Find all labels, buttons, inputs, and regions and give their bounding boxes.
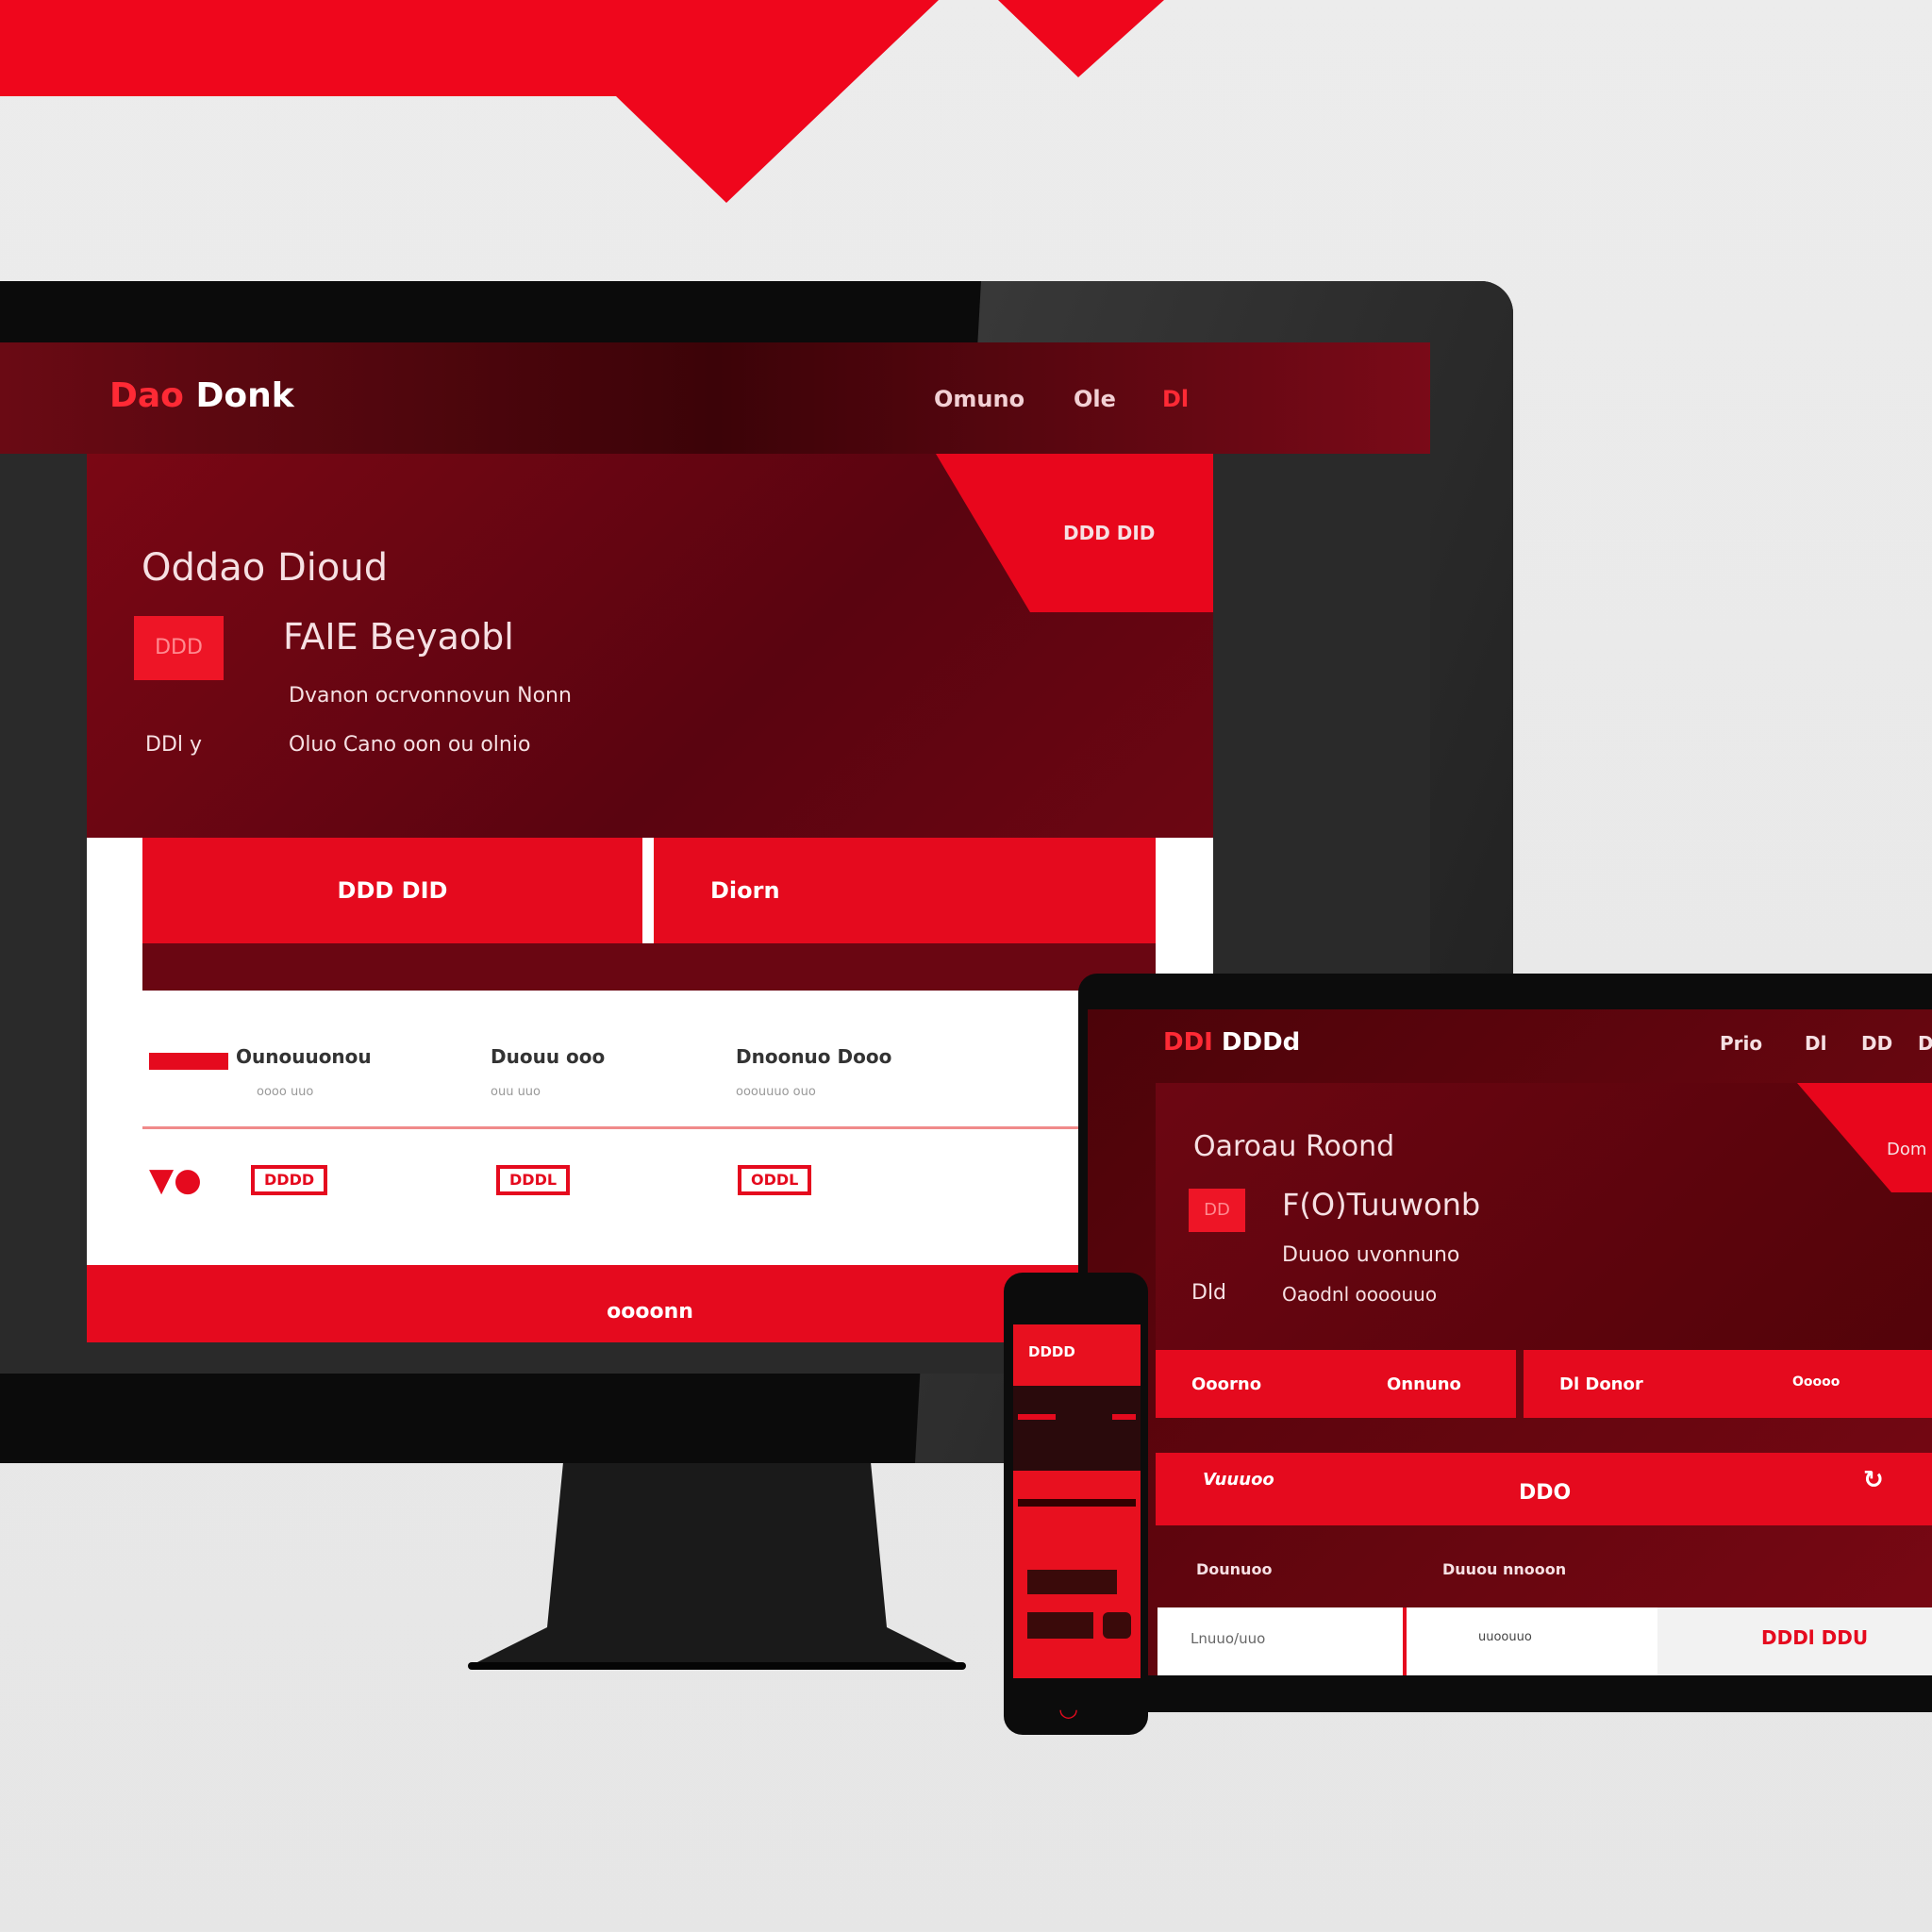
hero-title: Oddao Dioud (142, 546, 389, 590)
hero-corner-badge[interactable]: DDD DID (936, 454, 1213, 612)
badge-3[interactable]: ODDL (738, 1165, 812, 1195)
feature-title-2: Duouu ooo (491, 1045, 606, 1068)
divider (142, 1126, 1156, 1129)
tablet-cell-2[interactable]: uuoouuo (1478, 1630, 1532, 1644)
hero-subtitle: FAIE Beyaobl (283, 616, 514, 658)
tablet-hero-subtitle: F(O)Tuuwonb (1282, 1187, 1481, 1223)
tablet-bar-center: DDO (1519, 1481, 1572, 1505)
secondary-button[interactable]: Diorn (654, 838, 1156, 943)
home-button-icon[interactable]: ◡ (1058, 1695, 1078, 1722)
tablet-hero-line-1: Duuoo uvonnuno (1282, 1243, 1460, 1267)
tablet-cell-1[interactable]: Lnuuo/uuo (1191, 1630, 1265, 1647)
phone-dark-block (1013, 1386, 1141, 1471)
banner-shape (0, 0, 939, 203)
banner-triangle (998, 0, 1164, 77)
tablet-button-2[interactable]: Dl Donor Ooooo (1524, 1350, 1932, 1418)
tablet-icon-box: DD (1189, 1189, 1245, 1232)
logo[interactable]: Dao Donk (109, 376, 294, 415)
tablet-nav-4[interactable]: D (1918, 1032, 1932, 1055)
tablet-screen: DDI DDDd Prio Dl DD D Dom Oaroau Roond D… (1088, 1009, 1932, 1675)
tablet-label-2: Duuou nnooon (1442, 1560, 1567, 1578)
hero-line-1: Dvanon ocrvonnovun Nonn (289, 684, 572, 708)
tablet-nav-1[interactable]: Prio (1720, 1032, 1762, 1055)
logo-name: Donk (195, 376, 294, 415)
nav-item-2[interactable]: Ole (1074, 386, 1116, 412)
badge-2[interactable]: DDDL (496, 1165, 571, 1195)
content-section: DDD DID Diorn Ounouuonou oooo uuo Duouu … (87, 838, 1213, 1265)
tablet-hero: Dom Oaroau Roond DD F(O)Tuuwonb Duuoo uv… (1156, 1083, 1932, 1350)
badge-1[interactable]: DDDD (251, 1165, 328, 1195)
nav-item-3[interactable]: Dl (1162, 386, 1189, 412)
decorative-red-banner (0, 0, 1164, 203)
hero-panel: DDD DID Oddao Dioud DDD FAIE Beyaobl Dva… (87, 454, 1213, 838)
tablet-action-bar[interactable]: Vuuuoo DDO ↻ (1156, 1453, 1932, 1525)
refresh-icon[interactable]: ↻ (1863, 1466, 1884, 1494)
nav-item-1[interactable]: Omuno (934, 386, 1024, 412)
tablet-hero-label: Dld (1191, 1281, 1227, 1305)
heart-icon: ▼● (149, 1161, 202, 1199)
tablet-label-1: Dounuoo (1196, 1560, 1273, 1578)
tablet-logo[interactable]: DDI DDDd (1163, 1028, 1300, 1057)
logo-mark: Dao (109, 376, 184, 415)
phone-screen: DDDD (1013, 1324, 1141, 1678)
feature-title-1: Ounouuonou (236, 1045, 372, 1068)
hero-label: DDl y (145, 733, 203, 757)
primary-button[interactable]: DDD DID (142, 838, 642, 943)
top-nav: Dao Donk Omuno Ole Dl (0, 342, 1430, 454)
tablet-cell-3[interactable]: DDDl DDU (1761, 1626, 1868, 1649)
tablet-cells: Lnuuo/uuo uuoouuo DDDl DDU (1158, 1607, 1932, 1675)
hero-icon-box: DDD (134, 616, 224, 680)
phone-header: DDDD (1028, 1343, 1075, 1360)
tablet-nav-3[interactable]: DD (1861, 1032, 1892, 1055)
tablet-corner-badge[interactable]: Dom (1797, 1083, 1932, 1192)
tablet-hero-line-2: Oaodnl oooouuo (1282, 1283, 1438, 1306)
feature-sub-1: oooo uuo (257, 1085, 314, 1099)
feature-sub-3: ooouuuo ouo (736, 1085, 816, 1099)
feature-sub-2: ouu uuo (491, 1085, 541, 1099)
tablet-nav-2[interactable]: Dl (1805, 1032, 1826, 1055)
tablet-bar-left: Vuuuoo (1203, 1470, 1274, 1490)
feature-title-3: Dnoonuo Dooo (736, 1045, 892, 1068)
tablet-device: DDI DDDd Prio Dl DD D Dom Oaroau Roond D… (1078, 974, 1932, 1712)
button-strip (142, 943, 1156, 991)
tablet-button-1[interactable]: Ooorno Onnuno (1156, 1350, 1516, 1418)
monitor-stand (468, 1462, 966, 1670)
feature-accent-bar (149, 1053, 228, 1070)
corner-label: DDD DID (1063, 522, 1156, 544)
tablet-hero-title: Oaroau Roond (1193, 1130, 1395, 1163)
phone-device: DDDD ◡ (1004, 1273, 1148, 1735)
hero-line-2: Oluo Cano oon ou olnio (289, 733, 531, 757)
